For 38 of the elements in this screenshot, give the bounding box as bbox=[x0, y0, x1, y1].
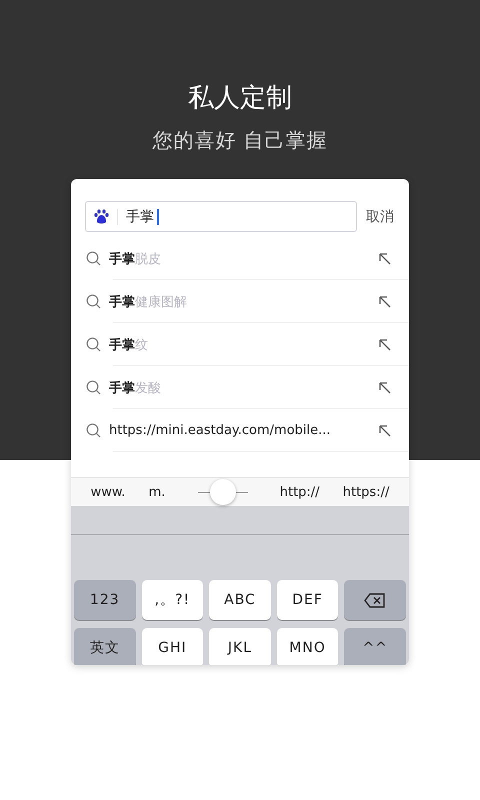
search-icon bbox=[86, 337, 101, 352]
shortcut-button[interactable]: https:// bbox=[338, 484, 394, 500]
keyboard-key[interactable]: DEF bbox=[276, 580, 338, 620]
shortcut-button[interactable]: www. bbox=[86, 484, 130, 500]
shortcut-button[interactable]: m. bbox=[144, 484, 170, 500]
keyboard-key[interactable]: 英文 bbox=[74, 628, 136, 665]
search-icon bbox=[86, 380, 101, 395]
suggestion-text[interactable]: 手掌健康图解 bbox=[109, 292, 371, 310]
search-text: 手掌 bbox=[126, 208, 154, 226]
keyboard-key[interactable]: ,。?! bbox=[142, 580, 204, 620]
keyboard-key[interactable]: ^^ bbox=[344, 628, 406, 665]
suggestion-text[interactable]: 手掌发酸 bbox=[109, 378, 371, 396]
suggestion-text[interactable]: https://mini.eastday.com/mobile... bbox=[109, 423, 371, 438]
paw-icon bbox=[94, 209, 109, 224]
keyboard-key[interactable]: JKL bbox=[209, 628, 271, 665]
arrow-icon[interactable] bbox=[379, 252, 391, 264]
backspace-key[interactable] bbox=[344, 580, 406, 620]
search-icon bbox=[86, 423, 101, 438]
backspace-icon bbox=[364, 592, 386, 608]
keyboard-key[interactable]: 123 bbox=[74, 580, 136, 620]
arrow-icon[interactable] bbox=[379, 296, 391, 308]
slider-thumb[interactable] bbox=[210, 479, 236, 505]
keyboard-key[interactable]: GHI bbox=[142, 628, 204, 665]
shortcut-button[interactable]: http:// bbox=[276, 484, 324, 500]
arrow-icon[interactable] bbox=[379, 382, 391, 394]
arrow-icon[interactable] bbox=[379, 338, 391, 350]
page-subtitle: 您的喜好 自己掌握 bbox=[152, 127, 328, 154]
search-icon bbox=[86, 294, 101, 309]
suggestion-text[interactable]: 手掌纹 bbox=[109, 336, 371, 354]
keyboard-key[interactable]: MNO bbox=[276, 628, 338, 665]
arrow-icon[interactable] bbox=[379, 424, 391, 436]
page-title: 私人定制 bbox=[188, 82, 292, 115]
text-cursor bbox=[157, 208, 158, 224]
cancel-button[interactable]: 取消 bbox=[366, 208, 394, 226]
search-icon bbox=[86, 251, 101, 266]
keyboard-key[interactable]: ABC bbox=[209, 580, 271, 620]
search-field[interactable]: 手掌 bbox=[85, 201, 357, 232]
suggestion-text[interactable]: 手掌脱皮 bbox=[109, 250, 371, 268]
